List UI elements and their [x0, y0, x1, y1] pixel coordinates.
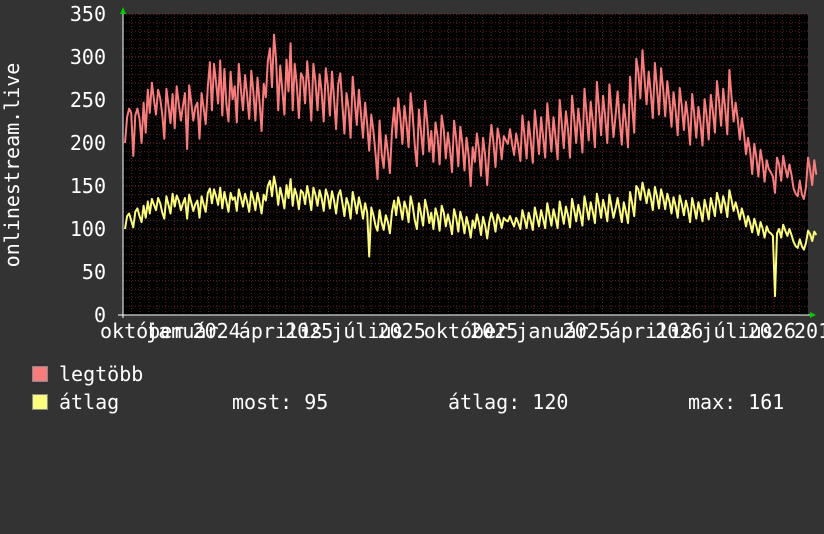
legend-swatch-max	[32, 366, 48, 382]
y-tick-label: 200	[70, 131, 106, 155]
x-tick-label: 2025	[470, 319, 518, 343]
stat-now: most: 95	[232, 390, 329, 414]
x-tick-label: 2025	[285, 319, 333, 343]
x-tick-label: 2025	[563, 319, 611, 343]
y-axis-arrow	[120, 7, 126, 14]
y-tick-label: 300	[70, 45, 106, 69]
x-tick-label: 2026	[748, 319, 796, 343]
legend-row-avg: átlag most: 95 átlag: 120 max: 161	[0, 390, 824, 414]
y-tick-label: 350	[70, 2, 106, 26]
y-tick-labels: 050100150200250300350	[70, 2, 106, 327]
x-tick-label: 2026	[655, 319, 703, 343]
x-tick-label: 2024	[193, 319, 241, 343]
x-tick-labels: októberjanuár2024április2025július2025ok…	[100, 319, 824, 343]
legend-label-avg: átlag	[59, 390, 120, 414]
x-tick-label: 201	[794, 319, 824, 343]
x-axis-arrow	[810, 312, 816, 318]
legend-label-max: legtöbb	[59, 362, 144, 386]
y-tick-label: 150	[70, 174, 106, 198]
y-axis-label: onlinestream.live	[0, 63, 24, 268]
x-tick-label: 2025	[378, 319, 426, 343]
y-tick-label: 250	[70, 88, 106, 112]
stat-average: átlag: 120	[448, 390, 569, 414]
stat-max: max: 161	[688, 390, 785, 414]
y-tick-label: 50	[82, 260, 106, 284]
legend-swatch-avg	[32, 394, 48, 410]
legend-row-max: legtöbb	[0, 362, 143, 386]
y-tick-label: 100	[70, 217, 106, 241]
